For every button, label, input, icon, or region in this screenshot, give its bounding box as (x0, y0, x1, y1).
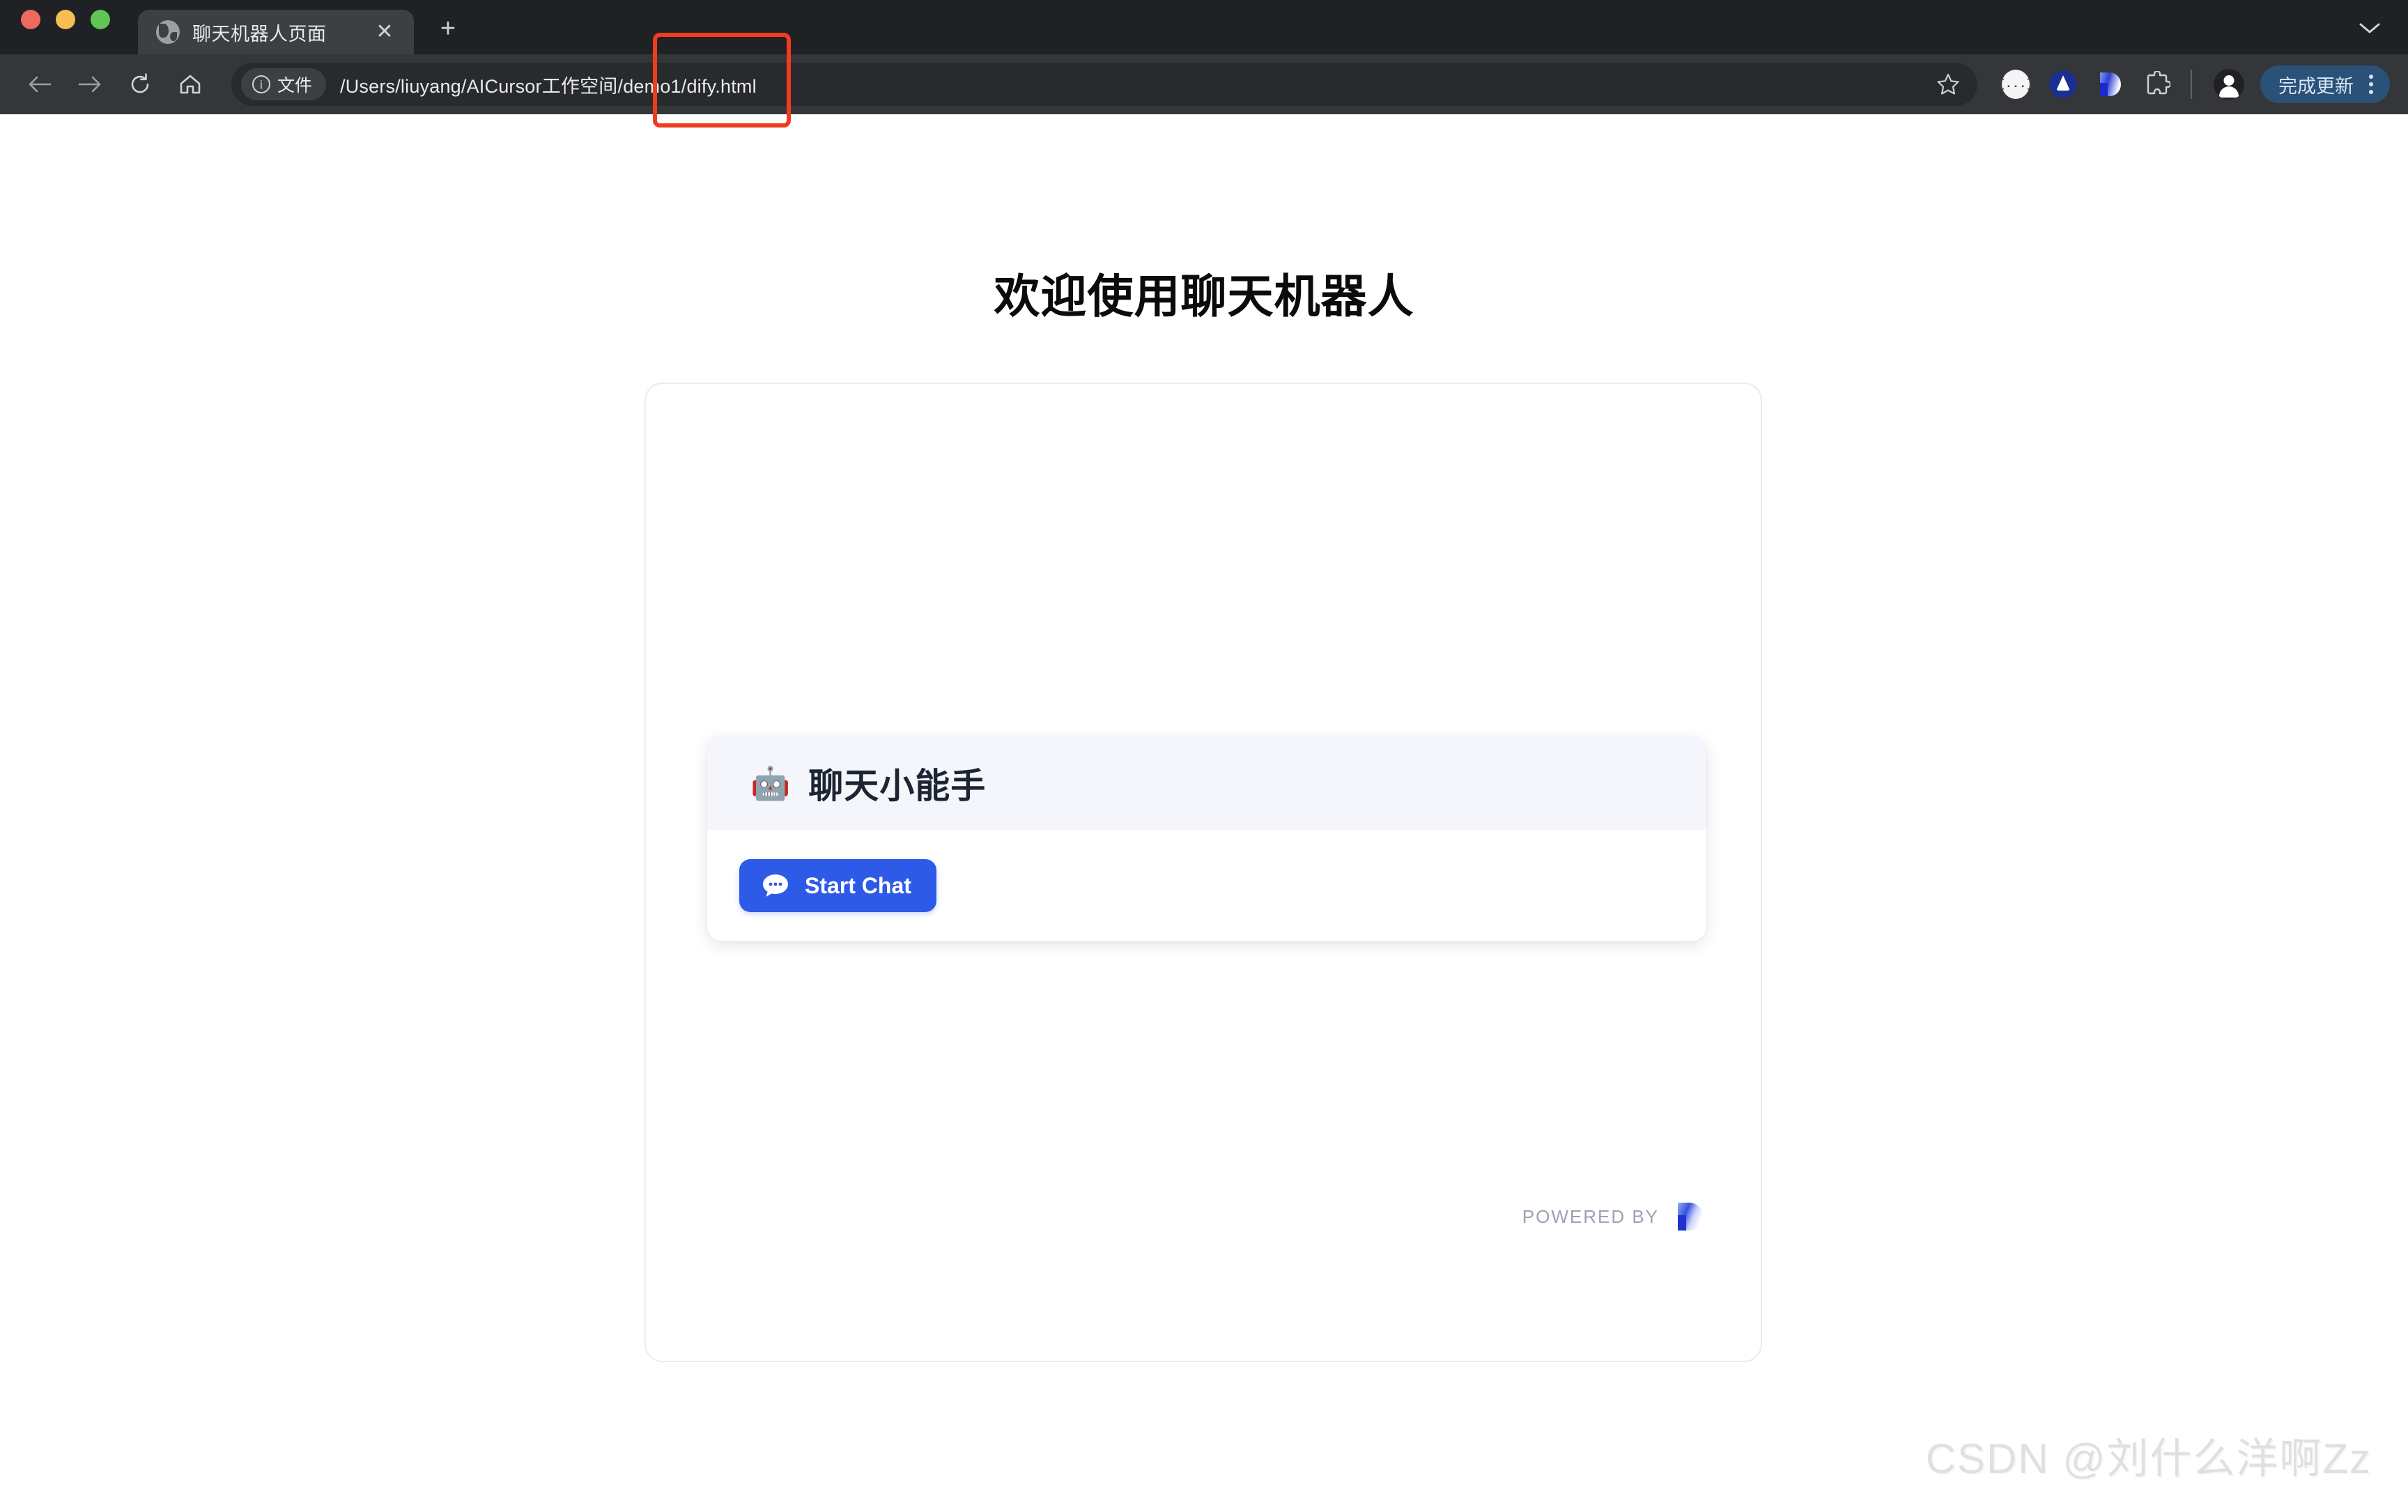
blue-circle-extension-icon[interactable] (2042, 63, 2085, 106)
address-bar[interactable]: i 文件 /Users/liuyang/AICursor工作空间/demo1/d… (231, 63, 1977, 106)
three-dot-menu-icon[interactable] (2365, 75, 2377, 94)
close-icon[interactable]: ✕ (371, 18, 399, 46)
start-chat-button[interactable]: Start Chat (739, 859, 936, 912)
bot-name: 聊天小能手 (808, 766, 987, 805)
chat-bubble-icon (762, 873, 789, 898)
reload-icon[interactable] (118, 63, 162, 106)
bookmark-star-icon[interactable] (1929, 65, 1968, 104)
start-chat-label: Start Chat (805, 872, 911, 898)
powered-by-label: POWERED BY (1522, 1205, 1659, 1227)
page-content: 欢迎使用聊天机器人 🤖 聊天小能手 Start Chat POWERED BY … (0, 114, 2408, 1512)
home-icon[interactable] (169, 63, 212, 106)
toolbar-divider (2191, 70, 2192, 99)
watermark: CSDN @刘什么洋啊Zz (1925, 1435, 2372, 1482)
browser-window: 聊天机器人页面 ✕ + i 文件 /Users/liuyang/AICursor… (0, 0, 2408, 1512)
json-glyph: {...} (1998, 70, 2034, 99)
update-button-label: 完成更新 (2278, 75, 2354, 97)
json-viewer-extension-icon[interactable]: {...} (1994, 63, 2037, 106)
chat-embed-panel: 🤖 聊天小能手 Start Chat POWERED BY (645, 383, 1762, 1362)
forward-arrow-icon[interactable] (68, 63, 111, 106)
browser-tab[interactable]: 聊天机器人页面 ✕ (138, 10, 414, 54)
profile-avatar[interactable] (2207, 63, 2251, 106)
globe-icon (156, 20, 180, 44)
close-window-button[interactable] (21, 10, 40, 29)
dify-logo-icon (1676, 1201, 1706, 1233)
chat-card-header: 🤖 聊天小能手 (707, 736, 1706, 830)
extensions-puzzle-icon[interactable] (2136, 63, 2179, 106)
dify-logo-icon (2097, 70, 2124, 99)
window-traffic-lights (21, 0, 110, 54)
browser-toolbar: i 文件 /Users/liuyang/AICursor工作空间/demo1/d… (0, 54, 2408, 114)
tab-title: 聊天机器人页面 (192, 23, 327, 45)
robot-icon: 🤖 (750, 764, 791, 801)
chat-card-body: Start Chat (707, 830, 1706, 941)
new-tab-button[interactable]: + (432, 13, 464, 45)
update-button[interactable]: 完成更新 (2260, 65, 2390, 103)
powered-by: POWERED BY (1522, 1201, 1706, 1233)
back-arrow-icon[interactable] (18, 63, 61, 106)
dify-extension-icon[interactable] (2089, 63, 2132, 106)
url-text: /Users/liuyang/AICursor工作空间/demo1/dify.h… (340, 75, 757, 97)
chevron-down-icon[interactable] (2354, 13, 2386, 45)
chat-bot-card: 🤖 聊天小能手 Start Chat (707, 736, 1706, 941)
page-title: 欢迎使用聊天机器人 (994, 270, 1414, 322)
minimize-window-button[interactable] (56, 10, 75, 29)
avatar (2214, 69, 2244, 100)
file-origin-chip[interactable]: i 文件 (241, 68, 327, 100)
tab-strip: 聊天机器人页面 ✕ + (0, 0, 2408, 54)
blue-circle-glyph (2049, 70, 2077, 98)
info-icon: i (252, 75, 270, 93)
file-chip-label: 文件 (277, 76, 313, 95)
maximize-window-button[interactable] (91, 10, 110, 29)
